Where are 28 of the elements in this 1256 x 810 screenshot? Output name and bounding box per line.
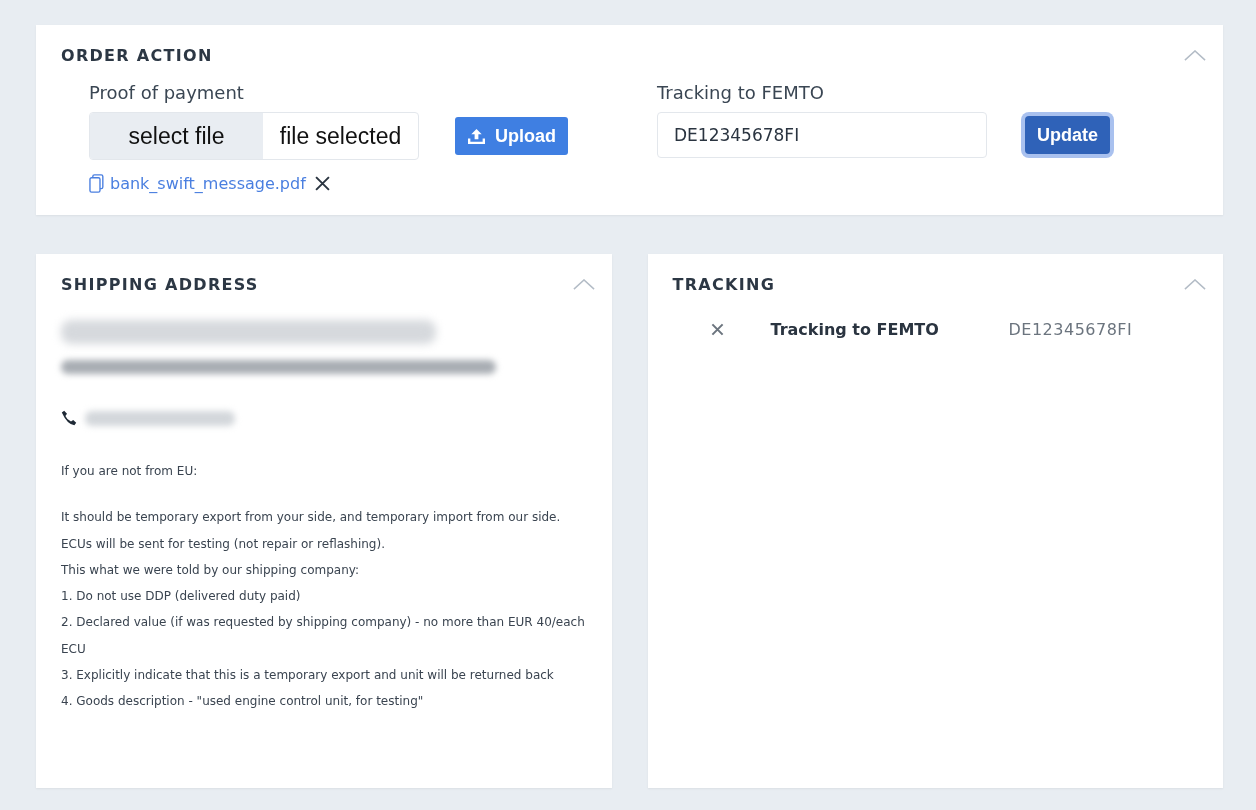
card-title: ORDER ACTION xyxy=(61,45,213,65)
note-line: 1. Do not use DDP (delivered duty paid) xyxy=(61,588,301,606)
collapse-icon[interactable] xyxy=(1184,278,1206,290)
field-label: Proof of payment xyxy=(89,82,245,103)
note-line: 3. Explicitly indicate that this is a temporary export and unit will be returned back xyxy=(61,667,554,685)
note-line: This what we were told by our shipping company: xyxy=(61,561,360,579)
select-file-button[interactable]: select file xyxy=(90,113,263,159)
upload-button[interactable]: Upload xyxy=(455,117,568,155)
card-title: TRACKING xyxy=(672,274,776,294)
card-title: SHIPPING ADDRESS xyxy=(61,274,259,294)
tracking-label: Tracking to FEMTO xyxy=(770,320,940,339)
note-line: ECUs will be sent for testing (not repair or reflashing). xyxy=(61,535,385,553)
remove-icon[interactable] xyxy=(314,176,330,191)
note-line: It should be temporary export from your side, and temporary import from our side. xyxy=(61,509,561,527)
upload-icon xyxy=(467,127,486,145)
note-line: 2. Declared value (if was requested by shipping company) - no more than EUR 40/each ECU xyxy=(61,614,586,658)
note-line: If you are not from EU: xyxy=(61,463,198,480)
file-status: file selected xyxy=(278,121,403,151)
field-label: Tracking to FEMTO xyxy=(657,82,825,103)
collapse-icon[interactable] xyxy=(572,278,595,290)
file-field[interactable]: select file file selected xyxy=(89,112,419,160)
tracking-number: DE12345678FI xyxy=(1008,320,1133,339)
collapse-icon[interactable] xyxy=(1184,49,1206,61)
file-icon xyxy=(89,174,104,193)
tracking-input[interactable]: DE12345678FI xyxy=(657,112,987,158)
note-line: 4. Goods description - "used engine control unit, for testing" xyxy=(61,693,424,711)
file-link[interactable]: bank_swift_message.pdf xyxy=(110,174,306,193)
phone-icon xyxy=(61,410,77,426)
